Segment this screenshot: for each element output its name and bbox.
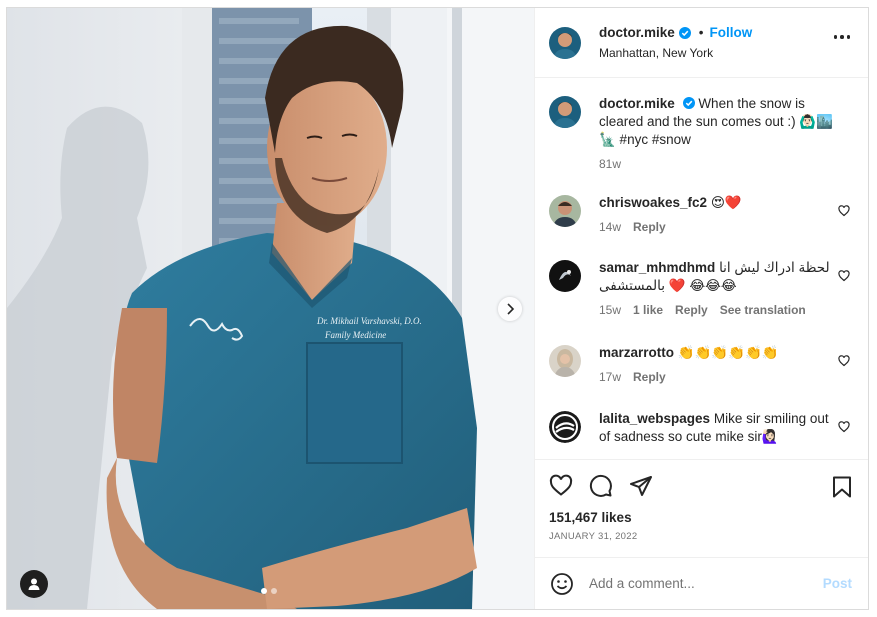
comment-item: chriswoakes_fc2 😍❤️ 14w Reply bbox=[549, 194, 854, 234]
small-heart-icon[interactable] bbox=[838, 205, 850, 217]
scrub-dept-text: Family Medicine bbox=[324, 330, 386, 340]
commenter-avatar[interactable] bbox=[549, 260, 581, 292]
comment-username[interactable]: lalita_webspages bbox=[599, 411, 710, 426]
header-separator: • bbox=[698, 25, 704, 40]
add-comment-bar: Post bbox=[535, 557, 868, 609]
comment-likes[interactable]: 1 like bbox=[633, 303, 663, 317]
reply-button[interactable]: Reply bbox=[633, 220, 666, 234]
chevron-right-icon bbox=[507, 303, 515, 315]
small-heart-icon[interactable] bbox=[838, 270, 850, 282]
comment-input[interactable] bbox=[589, 576, 799, 591]
paper-plane-icon[interactable] bbox=[629, 474, 653, 498]
caption-username[interactable]: doctor.mike bbox=[599, 96, 675, 111]
author-username[interactable]: doctor.mike bbox=[599, 25, 675, 40]
comment-text: 👏👏👏👏👏👏 bbox=[677, 345, 779, 360]
user-tag-icon bbox=[28, 578, 40, 590]
comment-username[interactable]: samar_mhmdhmd bbox=[599, 260, 715, 275]
comment-item: marzarrotto 👏👏👏👏👏👏 17w Reply bbox=[549, 344, 854, 384]
scrub-name-text: Dr. Mikhail Varshavski, D.O. bbox=[316, 316, 422, 326]
likes-count[interactable]: 151,467 likes bbox=[549, 510, 854, 525]
post-actions: 151,467 likes JANUARY 31, 2022 bbox=[535, 459, 868, 557]
caption: doctor.mike When the snow is cleared and… bbox=[549, 95, 854, 171]
carousel-indicator bbox=[261, 588, 277, 594]
comment-bubble-icon[interactable] bbox=[589, 474, 613, 498]
comment-username[interactable]: marzarrotto bbox=[599, 345, 674, 360]
emoji-smile-icon[interactable] bbox=[550, 572, 574, 596]
comment-time: 15w bbox=[599, 303, 622, 317]
post-date: JANUARY 31, 2022 bbox=[549, 531, 638, 542]
small-heart-icon[interactable] bbox=[838, 421, 850, 433]
commenter-avatar[interactable] bbox=[549, 411, 581, 443]
commenter-avatar[interactable] bbox=[549, 195, 581, 227]
reply-button[interactable]: Reply bbox=[633, 370, 666, 384]
post-media[interactable]: Dr. Mikhail Varshavski, D.O. Family Medi… bbox=[7, 8, 534, 609]
verified-badge-icon bbox=[678, 26, 691, 39]
carousel-next-button[interactable] bbox=[498, 297, 522, 321]
comment-text: 😍❤️ bbox=[710, 195, 742, 210]
post-header: doctor.mike • Follow Manhattan, New York bbox=[535, 8, 868, 78]
follow-button[interactable]: Follow bbox=[710, 25, 753, 40]
caption-time: 81w bbox=[599, 157, 622, 171]
small-heart-icon[interactable] bbox=[838, 355, 850, 367]
reply-button[interactable]: Reply bbox=[675, 303, 708, 317]
comment-item: samar_mhmdhmd لحظة ادراك ليش انا بالمستش… bbox=[549, 259, 854, 317]
comment-item: lalita_webspages Mike sir smiling out of… bbox=[549, 410, 854, 446]
commenter-avatar[interactable] bbox=[549, 345, 581, 377]
heart-outline-icon[interactable] bbox=[549, 474, 573, 498]
post-photo: Dr. Mikhail Varshavski, D.O. Family Medi… bbox=[7, 8, 534, 609]
more-options-icon[interactable] bbox=[833, 35, 850, 39]
author-avatar[interactable] bbox=[549, 26, 581, 59]
author-avatar[interactable] bbox=[549, 96, 581, 128]
comments-list[interactable]: doctor.mike When the snow is cleared and… bbox=[535, 78, 868, 459]
comment-time: 17w bbox=[599, 370, 622, 384]
post-sidebar: doctor.mike • Follow Manhattan, New York… bbox=[534, 8, 868, 609]
comment-username[interactable]: chriswoakes_fc2 bbox=[599, 195, 707, 210]
post-dialog: Dr. Mikhail Varshavski, D.O. Family Medi… bbox=[6, 7, 869, 610]
carousel-dot bbox=[271, 588, 277, 594]
verified-badge-icon bbox=[682, 97, 695, 109]
comment-time: 14w bbox=[599, 220, 622, 234]
post-comment-button[interactable]: Post bbox=[823, 576, 852, 591]
post-location[interactable]: Manhattan, New York bbox=[599, 46, 752, 60]
tagged-users-button[interactable] bbox=[20, 570, 48, 598]
carousel-dot-active bbox=[261, 588, 267, 594]
see-translation-button[interactable]: See translation bbox=[720, 303, 806, 317]
bookmark-icon[interactable] bbox=[832, 476, 852, 501]
